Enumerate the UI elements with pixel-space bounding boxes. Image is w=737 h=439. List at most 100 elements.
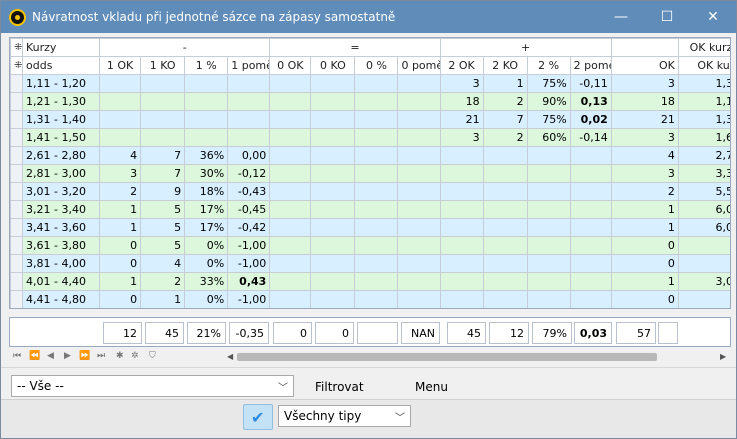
header-group-loss[interactable]: -: [99, 38, 271, 57]
cell-c0r[interactable]: [397, 182, 441, 201]
cell-c0ok[interactable]: [269, 290, 312, 308]
cell-c2r[interactable]: [569, 272, 612, 291]
cell-c0ok[interactable]: [269, 128, 312, 147]
cell-kurz[interactable]: 1,31 - 1,40: [21, 110, 101, 129]
column-header[interactable]: 2 OK: [439, 56, 484, 75]
cell-c2p[interactable]: 60%: [526, 128, 571, 147]
cell-c0ko[interactable]: [310, 74, 356, 93]
cell-c2r[interactable]: [569, 236, 612, 255]
cell-okkurz[interactable]: 3,00: [677, 272, 730, 291]
last-record-icon[interactable]: ⏭: [97, 351, 105, 361]
cell-kurz[interactable]: 3,41 - 3,60: [21, 218, 101, 237]
cell-c0r[interactable]: [397, 200, 441, 219]
cell-c1r[interactable]: -0,42: [227, 218, 271, 237]
row-selector[interactable]: [10, 164, 23, 183]
cell-c0ko[interactable]: [310, 290, 356, 308]
cell-c0ok[interactable]: [269, 182, 312, 201]
cell-kurz[interactable]: 4,01 - 4,40: [21, 272, 101, 291]
cell-c1r[interactable]: -1,00: [227, 290, 271, 308]
cell-c1ok[interactable]: 2: [99, 182, 142, 201]
cell-c1ok[interactable]: 1: [99, 200, 142, 219]
cell-c2ok[interactable]: [439, 182, 484, 201]
cell-c1r[interactable]: -1,00: [227, 236, 271, 255]
cell-c1p[interactable]: 0%: [184, 236, 229, 255]
cell-c2ok[interactable]: 3: [439, 128, 484, 147]
table-row[interactable]: 1,21 - 1,3018290%0,13181,11: [10, 92, 730, 111]
delete-record-icon[interactable]: ✲: [131, 351, 139, 361]
cell-c2r[interactable]: -0,11: [569, 74, 612, 93]
horizontal-scrollbar[interactable]: ◀ ▶: [227, 352, 727, 362]
column-header[interactable]: OK: [610, 56, 679, 75]
odds-grid[interactable]: ⁜Kurzy-=+OK kurz⁜odds1 OK1 KO1 %1 poměr0…: [9, 37, 731, 309]
scroll-right-icon[interactable]: ▶: [720, 352, 726, 361]
cell-c0p[interactable]: [354, 272, 399, 291]
cell-c0r[interactable]: [397, 254, 441, 273]
cell-c1ko[interactable]: 1: [140, 290, 186, 308]
cell-c1p[interactable]: 17%: [184, 200, 229, 219]
cell-c2ko[interactable]: 2: [482, 92, 528, 111]
cell-c2r[interactable]: [569, 200, 612, 219]
cell-okkurz[interactable]: 1,11: [677, 92, 730, 111]
column-header[interactable]: 2 poměr: [569, 56, 612, 75]
menu-button[interactable]: Menu: [415, 380, 448, 394]
cell-c0ko[interactable]: [310, 146, 356, 165]
cell-c2ko[interactable]: [482, 146, 528, 165]
cell-c1ok[interactable]: [99, 92, 142, 111]
cell-c0ok[interactable]: [269, 164, 312, 183]
cell-c2p[interactable]: [526, 272, 571, 291]
cell-c0ok[interactable]: [269, 92, 312, 111]
tips-select[interactable]: Všechny tipy ﹀: [278, 405, 411, 427]
cell-c0ok[interactable]: [269, 200, 312, 219]
cell-c0p[interactable]: [354, 92, 399, 111]
cell-c0ok[interactable]: [269, 110, 312, 129]
cell-ok[interactable]: 4: [610, 146, 679, 165]
cell-c2p[interactable]: [526, 254, 571, 273]
cell-c1r[interactable]: -0,12: [227, 164, 271, 183]
cell-c1ok[interactable]: [99, 74, 142, 93]
cell-c1r[interactable]: [227, 92, 271, 111]
cell-c2ok[interactable]: [439, 218, 484, 237]
cell-c0p[interactable]: [354, 164, 399, 183]
cell-c1p[interactable]: [184, 74, 229, 93]
cell-c0ko[interactable]: [310, 164, 356, 183]
cell-c2ok[interactable]: [439, 146, 484, 165]
cell-ok[interactable]: 3: [610, 128, 679, 147]
cell-c2ko[interactable]: [482, 200, 528, 219]
cell-c0p[interactable]: [354, 146, 399, 165]
row-selector[interactable]: [10, 110, 23, 129]
table-row[interactable]: 1,11 - 1,203175%-0,1131,33: [10, 74, 730, 93]
cell-c1ko[interactable]: [140, 128, 186, 147]
cell-c1ko[interactable]: [140, 92, 186, 111]
cell-kurz[interactable]: 3,81 - 4,00: [21, 254, 101, 273]
cell-c2r[interactable]: 0,13: [569, 92, 612, 111]
cell-kurz[interactable]: 1,11 - 1,20: [21, 74, 101, 93]
cell-c2r[interactable]: [569, 146, 612, 165]
cell-c2ko[interactable]: [482, 182, 528, 201]
cell-c1p[interactable]: 36%: [184, 146, 229, 165]
cell-c0ko[interactable]: [310, 218, 356, 237]
cell-c2p[interactable]: [526, 182, 571, 201]
cell-c2ko[interactable]: [482, 254, 528, 273]
cell-c2ok[interactable]: 3: [439, 74, 484, 93]
cell-c1p[interactable]: 33%: [184, 272, 229, 291]
cell-okkurz[interactable]: 2,75: [677, 146, 730, 165]
scrollbar-thumb[interactable]: [237, 353, 657, 361]
header-group-draw[interactable]: =: [269, 38, 441, 57]
row-selector[interactable]: [10, 146, 23, 165]
table-row[interactable]: 3,01 - 3,202918%-0,4325,50: [10, 182, 730, 201]
cell-c0r[interactable]: [397, 110, 441, 129]
cell-c1ko[interactable]: 7: [140, 164, 186, 183]
cell-c0p[interactable]: [354, 290, 399, 308]
cell-c2ko[interactable]: [482, 236, 528, 255]
cell-c1r[interactable]: -1,00: [227, 254, 271, 273]
cell-c2r[interactable]: -0,14: [569, 128, 612, 147]
cell-c2p[interactable]: [526, 146, 571, 165]
cell-c1ko[interactable]: [140, 110, 186, 129]
cell-ok[interactable]: 3: [610, 74, 679, 93]
cell-c2p[interactable]: [526, 200, 571, 219]
cell-c0ko[interactable]: [310, 182, 356, 201]
cell-c0ok[interactable]: [269, 254, 312, 273]
cell-c2ko[interactable]: [482, 290, 528, 308]
filter-button[interactable]: Filtrovat: [315, 380, 364, 394]
cell-c1r[interactable]: -0,45: [227, 200, 271, 219]
